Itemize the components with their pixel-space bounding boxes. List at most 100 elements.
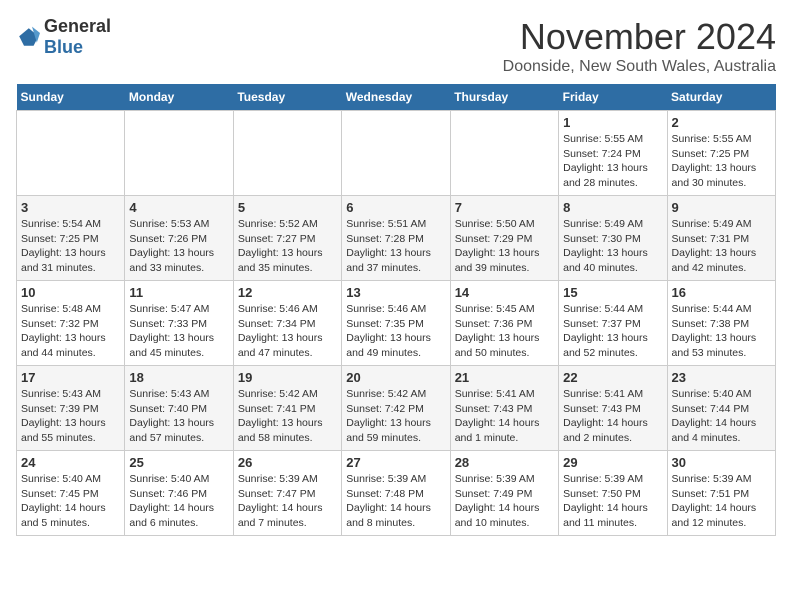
day-number: 6 bbox=[346, 200, 445, 215]
day-info: Sunrise: 5:55 AM Sunset: 7:25 PM Dayligh… bbox=[672, 132, 771, 191]
day-number: 23 bbox=[672, 370, 771, 385]
day-number: 7 bbox=[455, 200, 554, 215]
calendar-header-row: SundayMondayTuesdayWednesdayThursdayFrid… bbox=[17, 84, 776, 111]
calendar-cell: 4Sunrise: 5:53 AM Sunset: 7:26 PM Daylig… bbox=[125, 196, 233, 281]
calendar-cell: 19 Sunrise: 5:42 AM Sunset: 7:41 PM Dayli… bbox=[233, 366, 341, 451]
day-number: 8 bbox=[563, 200, 662, 215]
day-info: Sunrise: 5:42 AM Sunset: 7:41 PM Dayligh… bbox=[238, 387, 337, 446]
calendar-cell: 28 Sunrise: 5:39 AM Sunset: 7:49 PM Dayli… bbox=[450, 451, 558, 536]
day-number: 19 bbox=[238, 370, 337, 385]
column-header-tuesday: Tuesday bbox=[233, 84, 341, 111]
calendar-cell: 15 Sunrise: 5:44 AM Sunset: 7:37 PM Dayli… bbox=[559, 281, 667, 366]
column-header-friday: Friday bbox=[559, 84, 667, 111]
calendar-cell bbox=[17, 111, 125, 196]
calendar-cell: 7 Sunrise: 5:50 AM Sunset: 7:29 PM Daylig… bbox=[450, 196, 558, 281]
day-info: Sunrise: 5:39 AM Sunset: 7:47 PM Dayligh… bbox=[238, 472, 337, 531]
day-info: Sunrise: 5:53 AM Sunset: 7:26 PM Dayligh… bbox=[129, 217, 228, 276]
day-info: Sunrise: 5:50 AM Sunset: 7:29 PM Dayligh… bbox=[455, 217, 554, 276]
day-number: 14 bbox=[455, 285, 554, 300]
week-row-1: 1 Sunrise: 5:55 AM Sunset: 7:24 PM Daylig… bbox=[17, 111, 776, 196]
day-info: Sunrise: 5:39 AM Sunset: 7:51 PM Dayligh… bbox=[672, 472, 771, 531]
day-info: Sunrise: 5:39 AM Sunset: 7:50 PM Dayligh… bbox=[563, 472, 662, 531]
logo-icon bbox=[16, 25, 40, 49]
day-info: Sunrise: 5:44 AM Sunset: 7:38 PM Dayligh… bbox=[672, 302, 771, 361]
day-number: 15 bbox=[563, 285, 662, 300]
calendar-cell bbox=[450, 111, 558, 196]
day-number: 20 bbox=[346, 370, 445, 385]
day-info: Sunrise: 5:47 AM Sunset: 7:33 PM Dayligh… bbox=[129, 302, 228, 361]
day-number: 22 bbox=[563, 370, 662, 385]
column-header-sunday: Sunday bbox=[17, 84, 125, 111]
calendar-cell: 20Sunrise: 5:42 AM Sunset: 7:42 PM Dayli… bbox=[342, 366, 450, 451]
calendar-cell bbox=[125, 111, 233, 196]
day-number: 13 bbox=[346, 285, 445, 300]
calendar-cell: 24 Sunrise: 5:40 AM Sunset: 7:45 PM Dayli… bbox=[17, 451, 125, 536]
calendar-cell: 14 Sunrise: 5:45 AM Sunset: 7:36 PM Dayli… bbox=[450, 281, 558, 366]
calendar-cell: 26 Sunrise: 5:39 AM Sunset: 7:47 PM Dayli… bbox=[233, 451, 341, 536]
day-number: 9 bbox=[672, 200, 771, 215]
day-number: 24 bbox=[21, 455, 120, 470]
day-number: 17 bbox=[21, 370, 120, 385]
day-info: Sunrise: 5:40 AM Sunset: 7:44 PM Dayligh… bbox=[672, 387, 771, 446]
column-header-thursday: Thursday bbox=[450, 84, 558, 111]
day-info: Sunrise: 5:55 AM Sunset: 7:24 PM Dayligh… bbox=[563, 132, 662, 191]
day-info: Sunrise: 5:49 AM Sunset: 7:30 PM Dayligh… bbox=[563, 217, 662, 276]
calendar-cell: 13 Sunrise: 5:46 AM Sunset: 7:35 PM Dayli… bbox=[342, 281, 450, 366]
calendar-cell bbox=[342, 111, 450, 196]
calendar-cell: 18Sunrise: 5:43 AM Sunset: 7:40 PM Dayli… bbox=[125, 366, 233, 451]
day-info: Sunrise: 5:40 AM Sunset: 7:45 PM Dayligh… bbox=[21, 472, 120, 531]
logo: General Blue bbox=[16, 16, 111, 58]
calendar-cell: 16 Sunrise: 5:44 AM Sunset: 7:38 PM Dayli… bbox=[667, 281, 775, 366]
calendar-cell: 30 Sunrise: 5:39 AM Sunset: 7:51 PM Dayli… bbox=[667, 451, 775, 536]
day-info: Sunrise: 5:51 AM Sunset: 7:28 PM Dayligh… bbox=[346, 217, 445, 276]
calendar-table: SundayMondayTuesdayWednesdayThursdayFrid… bbox=[16, 84, 776, 536]
week-row-2: 3 Sunrise: 5:54 AM Sunset: 7:25 PM Daylig… bbox=[17, 196, 776, 281]
calendar-cell: 22 Sunrise: 5:41 AM Sunset: 7:43 PM Dayli… bbox=[559, 366, 667, 451]
calendar-cell: 10 Sunrise: 5:48 AM Sunset: 7:32 PM Dayli… bbox=[17, 281, 125, 366]
day-number: 30 bbox=[672, 455, 771, 470]
week-row-4: 17Sunrise: 5:43 AM Sunset: 7:39 PM Dayli… bbox=[17, 366, 776, 451]
day-info: Sunrise: 5:45 AM Sunset: 7:36 PM Dayligh… bbox=[455, 302, 554, 361]
title-area: November 2024 Doonside, New South Wales,… bbox=[503, 16, 776, 76]
calendar-cell: 17Sunrise: 5:43 AM Sunset: 7:39 PM Dayli… bbox=[17, 366, 125, 451]
day-number: 28 bbox=[455, 455, 554, 470]
calendar-cell: 6 Sunrise: 5:51 AM Sunset: 7:28 PM Daylig… bbox=[342, 196, 450, 281]
day-info: Sunrise: 5:43 AM Sunset: 7:40 PM Dayligh… bbox=[129, 387, 228, 446]
day-info: Sunrise: 5:46 AM Sunset: 7:35 PM Dayligh… bbox=[346, 302, 445, 361]
month-title: November 2024 bbox=[503, 16, 776, 58]
day-info: Sunrise: 5:44 AM Sunset: 7:37 PM Dayligh… bbox=[563, 302, 662, 361]
day-number: 11 bbox=[129, 285, 228, 300]
day-number: 29 bbox=[563, 455, 662, 470]
day-info: Sunrise: 5:41 AM Sunset: 7:43 PM Dayligh… bbox=[563, 387, 662, 446]
day-number: 3 bbox=[21, 200, 120, 215]
column-header-saturday: Saturday bbox=[667, 84, 775, 111]
day-info: Sunrise: 5:39 AM Sunset: 7:49 PM Dayligh… bbox=[455, 472, 554, 531]
week-row-3: 10 Sunrise: 5:48 AM Sunset: 7:32 PM Dayli… bbox=[17, 281, 776, 366]
calendar-cell: 1 Sunrise: 5:55 AM Sunset: 7:24 PM Daylig… bbox=[559, 111, 667, 196]
day-number: 21 bbox=[455, 370, 554, 385]
day-number: 16 bbox=[672, 285, 771, 300]
day-number: 10 bbox=[21, 285, 120, 300]
day-number: 12 bbox=[238, 285, 337, 300]
day-number: 1 bbox=[563, 115, 662, 130]
calendar-cell: 2Sunrise: 5:55 AM Sunset: 7:25 PM Daylig… bbox=[667, 111, 775, 196]
day-info: Sunrise: 5:41 AM Sunset: 7:43 PM Dayligh… bbox=[455, 387, 554, 446]
logo-blue-text: Blue bbox=[44, 37, 83, 57]
calendar-cell: 3 Sunrise: 5:54 AM Sunset: 7:25 PM Daylig… bbox=[17, 196, 125, 281]
calendar-cell: 5Sunrise: 5:52 AM Sunset: 7:27 PM Daylig… bbox=[233, 196, 341, 281]
day-info: Sunrise: 5:52 AM Sunset: 7:27 PM Dayligh… bbox=[238, 217, 337, 276]
calendar-cell: 12Sunrise: 5:46 AM Sunset: 7:34 PM Dayli… bbox=[233, 281, 341, 366]
day-number: 26 bbox=[238, 455, 337, 470]
day-info: Sunrise: 5:49 AM Sunset: 7:31 PM Dayligh… bbox=[672, 217, 771, 276]
week-row-5: 24 Sunrise: 5:40 AM Sunset: 7:45 PM Dayli… bbox=[17, 451, 776, 536]
calendar-cell: 8 Sunrise: 5:49 AM Sunset: 7:30 PM Daylig… bbox=[559, 196, 667, 281]
calendar-cell: 9 Sunrise: 5:49 AM Sunset: 7:31 PM Daylig… bbox=[667, 196, 775, 281]
calendar-cell: 21 Sunrise: 5:41 AM Sunset: 7:43 PM Dayli… bbox=[450, 366, 558, 451]
logo-general-text: General bbox=[44, 16, 111, 36]
day-info: Sunrise: 5:54 AM Sunset: 7:25 PM Dayligh… bbox=[21, 217, 120, 276]
calendar-cell: 25Sunrise: 5:40 AM Sunset: 7:46 PM Dayli… bbox=[125, 451, 233, 536]
column-header-monday: Monday bbox=[125, 84, 233, 111]
day-info: Sunrise: 5:48 AM Sunset: 7:32 PM Dayligh… bbox=[21, 302, 120, 361]
calendar-cell: 11 Sunrise: 5:47 AM Sunset: 7:33 PM Dayli… bbox=[125, 281, 233, 366]
day-info: Sunrise: 5:40 AM Sunset: 7:46 PM Dayligh… bbox=[129, 472, 228, 531]
